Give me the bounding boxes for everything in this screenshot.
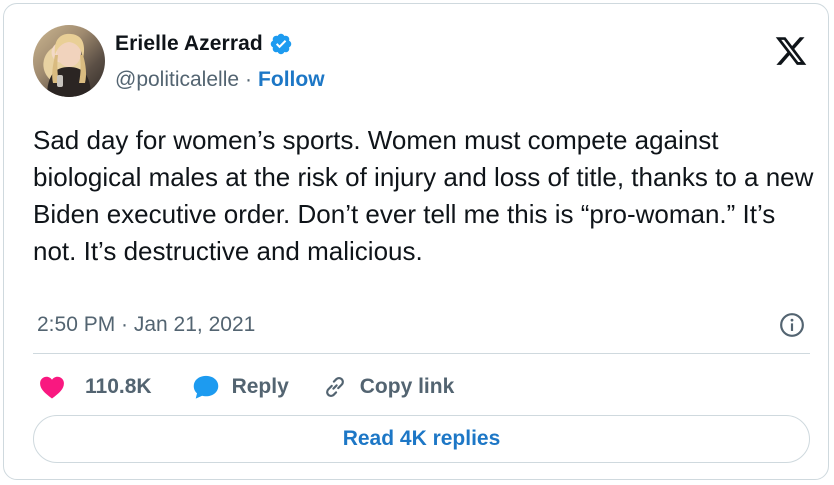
author-handle[interactable]: @politicalelle	[115, 68, 239, 92]
read-replies-button[interactable]: Read 4K replies	[33, 415, 810, 463]
like-count: 110.8K	[85, 375, 152, 398]
copy-link-label: Copy link	[359, 375, 455, 398]
info-icon[interactable]	[779, 312, 805, 338]
action-bar: 110.8K Reply Copy link	[39, 372, 454, 402]
separator-dot: ·	[245, 68, 253, 91]
avatar[interactable]	[33, 25, 105, 97]
x-logo-icon[interactable]	[774, 34, 808, 68]
heart-icon	[40, 376, 64, 399]
reply-bubble-icon	[193, 375, 218, 399]
divider	[33, 353, 810, 354]
author-name-row: Erielle Azerrad	[115, 32, 293, 56]
reply-button[interactable]: Reply	[192, 374, 289, 400]
link-icon	[325, 376, 344, 398]
tweet-text: Sad day for women’s sports. Women must c…	[33, 125, 814, 266]
copy-link-button[interactable]: Copy link	[322, 374, 455, 400]
tweet-card: Erielle Azerrad @politicalelle · Follow …	[3, 3, 829, 480]
follow-link[interactable]: Follow	[258, 68, 325, 92]
tweet-timestamp[interactable]: 2:50 PM · Jan 21, 2021	[37, 313, 255, 337]
author-name[interactable]: Erielle Azerrad	[115, 32, 263, 56]
reply-label: Reply	[231, 375, 289, 398]
verified-badge-icon	[270, 33, 292, 55]
like-button[interactable]: 110.8K	[39, 375, 152, 399]
author-handle-row: @politicalelle · Follow	[115, 68, 325, 92]
